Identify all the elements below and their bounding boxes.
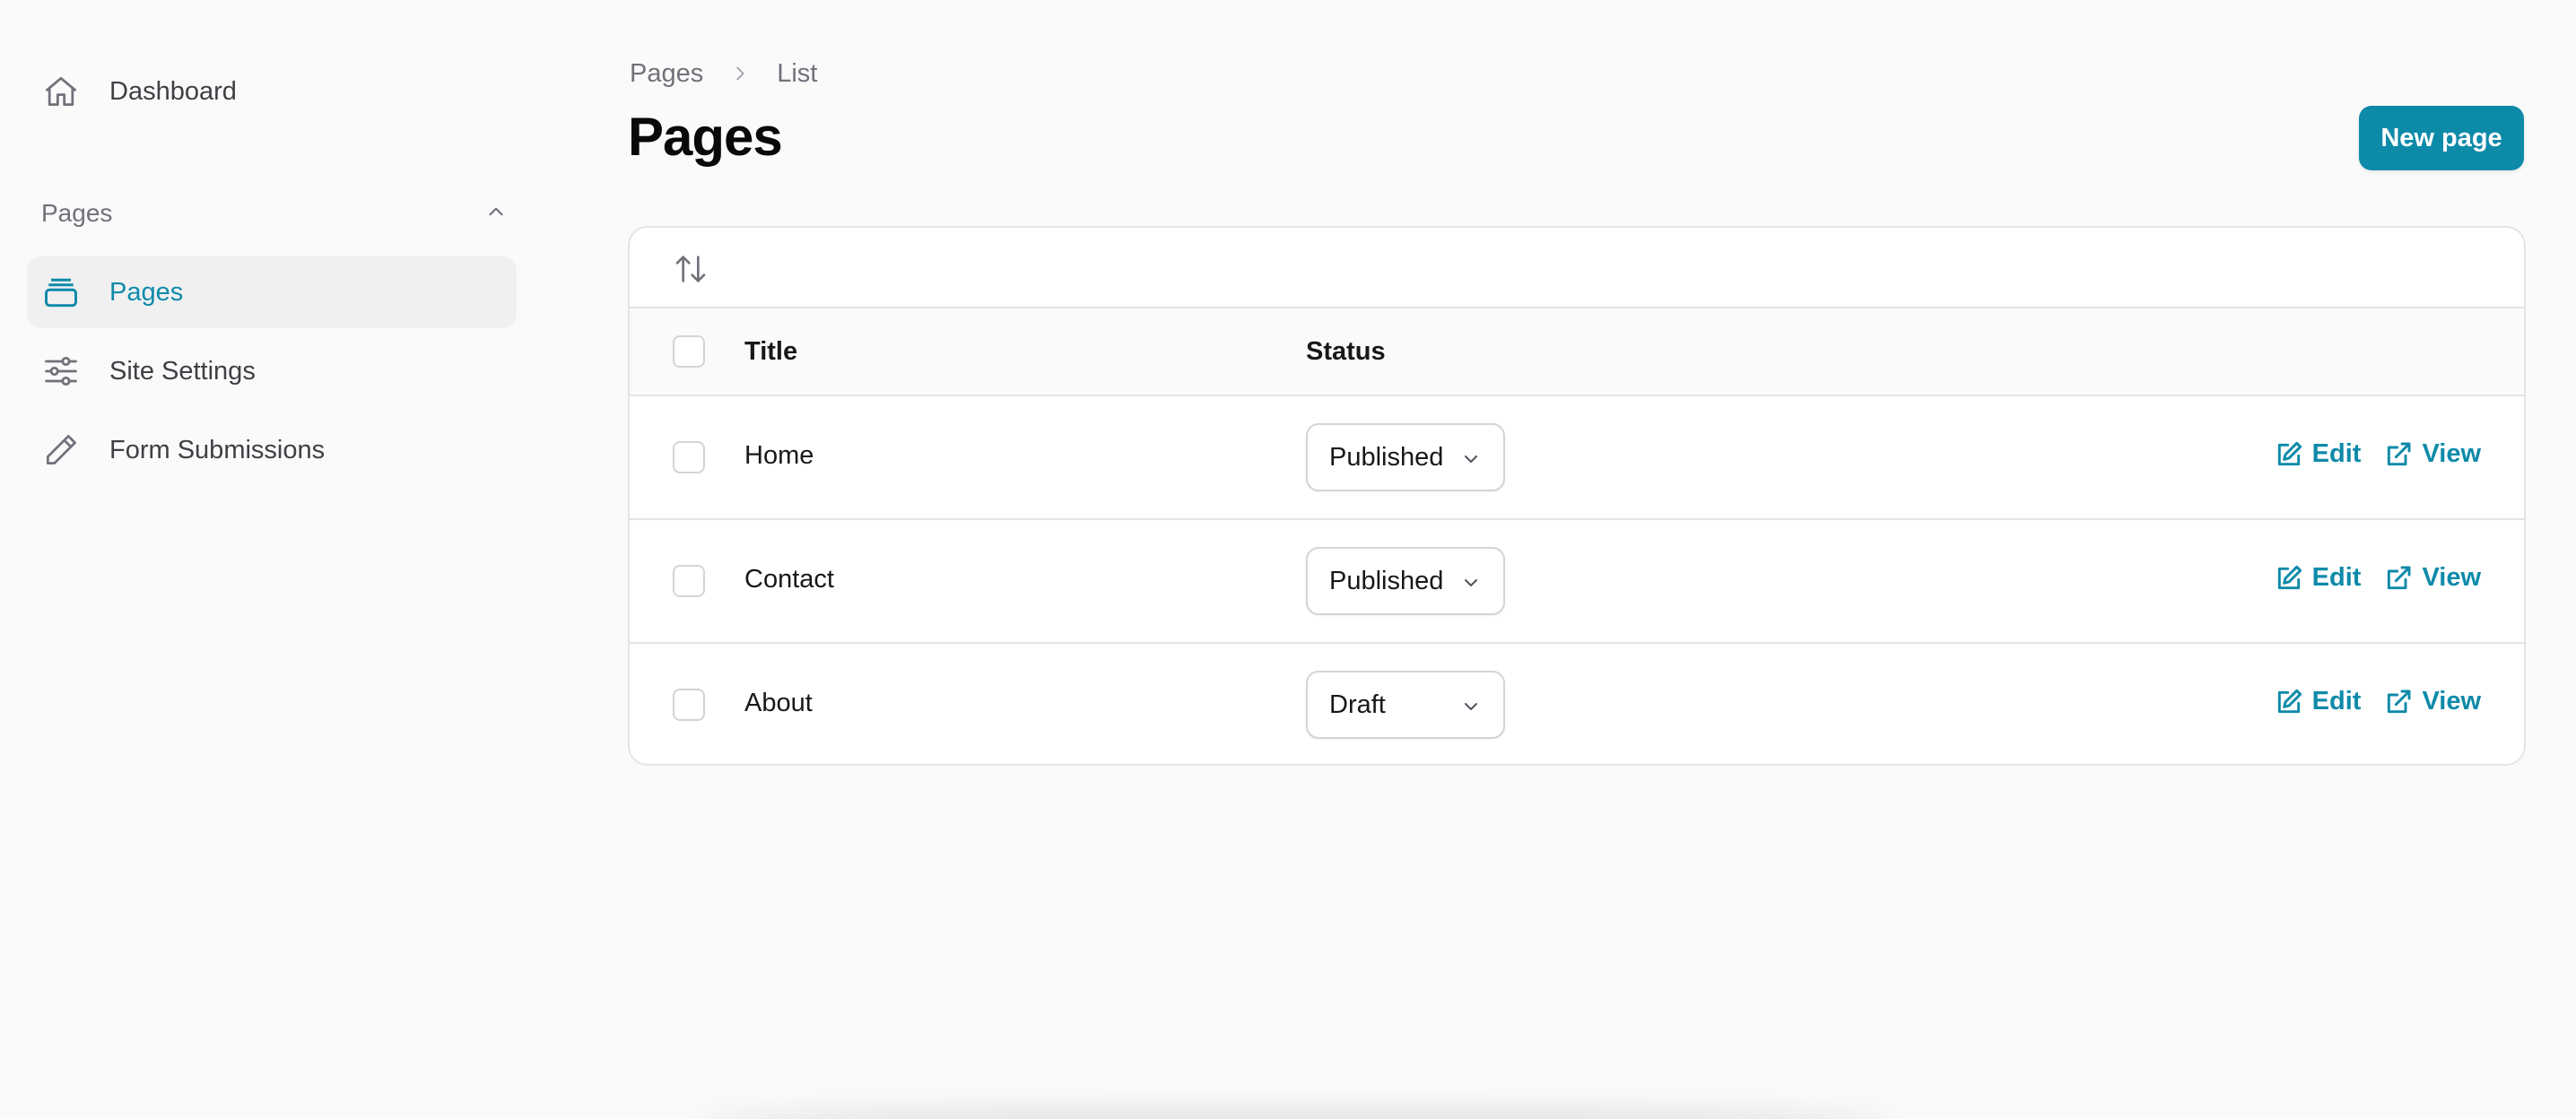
app-root: Dashboard Pages Pages Site Settings Form…: [0, 0, 2576, 1119]
row-actions: Edit View: [2275, 563, 2481, 593]
row-checkbox[interactable]: [673, 689, 705, 721]
sidebar-group-label: Pages: [41, 199, 113, 227]
page-title: Pages: [628, 107, 783, 167]
pages-table: Title Status Home Published Edit View Co…: [628, 226, 2526, 766]
chevron-down-icon: [1465, 579, 1477, 586]
table-toolbar: [630, 228, 2524, 308]
row-actions: Edit View: [2275, 687, 2481, 716]
sort-icon[interactable]: [673, 251, 709, 287]
status-value: Published: [1329, 566, 1444, 595]
view-label: View: [2422, 687, 2481, 716]
row-checkbox[interactable]: [673, 565, 705, 597]
edit-action[interactable]: Edit: [2275, 439, 2362, 469]
chevron-up-icon[interactable]: [484, 200, 508, 228]
view-action[interactable]: View: [2384, 439, 2481, 469]
edit-label: Edit: [2311, 687, 2362, 716]
sidebar-item-form-submissions[interactable]: Form Submissions: [27, 414, 517, 486]
column-header-status[interactable]: Status: [1306, 337, 1386, 367]
row-actions: Edit View: [2275, 439, 2481, 469]
sidebar: Dashboard Pages Pages Site Settings Form…: [0, 0, 538, 1119]
status-value: Draft: [1329, 690, 1386, 719]
external-link-icon: [2388, 566, 2411, 589]
row-title: Contact: [744, 565, 834, 594]
view-action[interactable]: View: [2384, 563, 2481, 593]
edit-label: Edit: [2311, 563, 2362, 592]
sidebar-group-pages[interactable]: Pages: [41, 194, 508, 233]
chevron-right-icon: [730, 64, 750, 83]
sidebar-item-label: Form Submissions: [109, 435, 326, 464]
view-action[interactable]: View: [2384, 687, 2481, 716]
edit-icon: [2277, 565, 2302, 589]
edit-icon: [2277, 441, 2302, 465]
column-header-title[interactable]: Title: [744, 337, 797, 367]
chevron-down-icon: [1465, 455, 1477, 463]
breadcrumb-parent[interactable]: Pages: [630, 59, 703, 89]
pencil-icon: [39, 429, 83, 472]
table-row: About Draft Edit View: [630, 644, 2524, 764]
table-row: Home Published Edit View: [630, 396, 2524, 520]
row-title: About: [744, 689, 813, 717]
external-link-icon: [2388, 690, 2411, 713]
sidebar-item-label: Pages: [109, 277, 184, 307]
external-link-icon: [2388, 442, 2411, 465]
sidebar-item-label: Site Settings: [109, 356, 256, 386]
row-title: Home: [744, 441, 814, 470]
sidebar-item-label: Dashboard: [109, 76, 237, 106]
sidebar-item-pages[interactable]: Pages: [27, 256, 517, 328]
edit-icon: [2277, 689, 2302, 713]
home-icon: [39, 70, 83, 113]
breadcrumb: Pages List: [630, 56, 817, 91]
sidebar-item-dashboard[interactable]: Dashboard: [27, 56, 517, 127]
status-value: Published: [1329, 442, 1444, 472]
edit-action[interactable]: Edit: [2275, 563, 2362, 593]
chevron-down-icon: [1465, 703, 1477, 710]
view-label: View: [2422, 439, 2481, 468]
bottom-shadow: [700, 1108, 1893, 1119]
breadcrumb-current: List: [777, 58, 818, 88]
table-header: Title Status: [630, 308, 2524, 396]
status-select[interactable]: Draft: [1306, 671, 1505, 739]
select-all-checkbox[interactable]: [673, 335, 705, 368]
sidebar-item-site-settings[interactable]: Site Settings: [27, 335, 517, 407]
rectangle-stack-icon: [39, 271, 83, 314]
status-select[interactable]: Published: [1306, 547, 1505, 615]
new-page-button[interactable]: New page: [2359, 106, 2524, 170]
view-label: View: [2422, 563, 2481, 592]
edit-label: Edit: [2311, 439, 2362, 468]
adjustments-icon: [39, 350, 83, 393]
status-select[interactable]: Published: [1306, 423, 1505, 491]
row-checkbox[interactable]: [673, 441, 705, 473]
table-row: Contact Published Edit View: [630, 520, 2524, 644]
edit-action[interactable]: Edit: [2275, 687, 2362, 716]
